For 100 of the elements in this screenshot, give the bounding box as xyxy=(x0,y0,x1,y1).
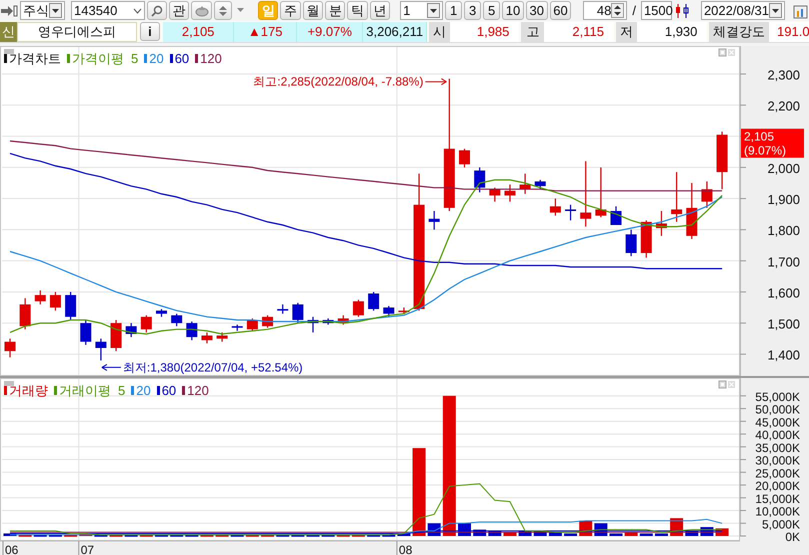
candlestick xyxy=(171,314,182,326)
candlestick xyxy=(292,302,304,324)
caret-icon xyxy=(427,3,440,18)
maximize-icon[interactable] xyxy=(718,48,726,56)
arrow xyxy=(101,364,122,371)
disc-icon xyxy=(194,4,209,16)
axis-label: 1,700 xyxy=(767,254,800,270)
interval-select[interactable]: 1 xyxy=(400,1,444,20)
axis-label: 1,800 xyxy=(767,223,800,238)
up-down-button[interactable] xyxy=(214,1,232,20)
volume-bar xyxy=(685,530,698,536)
info-button[interactable]: i xyxy=(140,22,160,41)
period-tab[interactable]: 주 xyxy=(280,1,301,20)
candlestick xyxy=(20,298,31,330)
stock-name-field[interactable]: 영우디에스피 xyxy=(16,22,138,42)
volume-bar xyxy=(230,534,244,537)
volume-bar xyxy=(640,533,653,536)
period-tab[interactable]: 분 xyxy=(325,1,346,20)
field-value: 191.0 xyxy=(769,22,809,42)
month-label: 08 xyxy=(398,543,412,555)
month-label: 06 xyxy=(5,543,18,555)
candlestick xyxy=(459,148,470,168)
interval-button[interactable]: 1 xyxy=(445,1,462,20)
legend-label: 5 xyxy=(118,382,126,400)
panel-toggle-icon[interactable] xyxy=(4,49,14,54)
maximize-icon[interactable] xyxy=(718,380,726,388)
annotation-label: 최고:2,285(2022/08/04, -7.88%) xyxy=(253,74,424,89)
candlestick-icon[interactable] xyxy=(674,2,691,18)
candlestick xyxy=(520,174,531,194)
candlestick xyxy=(95,338,106,360)
arrow xyxy=(424,78,447,86)
caret-icon xyxy=(769,3,782,18)
candlestick xyxy=(474,167,486,192)
axis-label: 2,300 xyxy=(767,68,800,83)
field-label: 저 xyxy=(616,22,637,42)
volume-bar xyxy=(124,534,138,537)
interest-button[interactable]: 관 xyxy=(168,1,190,20)
price-tag-change: (9.07%) xyxy=(744,144,786,158)
candlestick xyxy=(308,316,318,332)
separator-text: / xyxy=(631,2,637,20)
legend-label: 60 xyxy=(174,50,190,68)
count-field[interactable]: 48 xyxy=(583,1,628,20)
interval-button[interactable]: 5 xyxy=(483,1,500,20)
legend-label: 20 xyxy=(136,382,151,400)
sound-button[interactable] xyxy=(191,1,212,20)
quote-cell: ▲175 xyxy=(234,22,297,42)
search-button[interactable] xyxy=(147,1,167,20)
period-tab[interactable]: 틱 xyxy=(347,1,368,20)
volume-bar xyxy=(367,534,380,537)
volume-bar xyxy=(518,530,532,536)
volume-bar xyxy=(110,534,123,537)
interval-button[interactable]: 3 xyxy=(464,1,482,20)
volume-bar xyxy=(216,534,229,537)
axis-label: 1,900 xyxy=(767,192,800,208)
candlestick xyxy=(232,324,243,331)
interval-button[interactable]: 10 xyxy=(502,1,524,20)
axis-label: 10,000K xyxy=(755,504,800,519)
candlestick xyxy=(186,322,198,340)
period-tab[interactable]: 년 xyxy=(370,1,390,20)
axis-label: 5,000K xyxy=(762,517,800,532)
field-label: 시 xyxy=(428,22,450,42)
candlestick xyxy=(626,230,637,256)
candlestick xyxy=(610,206,622,225)
candlestick xyxy=(246,318,258,331)
up-down-arrows-icon xyxy=(218,4,228,16)
volume-bar xyxy=(48,534,62,537)
candlestick xyxy=(550,198,561,216)
date-field[interactable]: 2022/08/31 xyxy=(700,1,786,20)
volume-bar xyxy=(200,534,214,537)
volume-bar xyxy=(276,534,290,537)
volume-bar xyxy=(94,534,108,537)
interval-button[interactable]: 30 xyxy=(526,1,548,20)
interval-button[interactable]: 60 xyxy=(550,1,572,20)
volume-bar xyxy=(18,534,32,537)
period-tab[interactable]: 월 xyxy=(302,1,324,20)
panel-toggle-icon[interactable] xyxy=(4,381,14,386)
legend-label: 거래이평 xyxy=(59,382,111,400)
volume-bar xyxy=(4,533,16,536)
stock-code-field[interactable]: 143540 xyxy=(71,1,146,20)
legend-label: 120 xyxy=(200,50,222,68)
candlestick xyxy=(534,180,546,190)
volume-bar xyxy=(397,533,410,536)
candlestick xyxy=(126,323,137,338)
axis-label: 2,200 xyxy=(767,98,800,114)
legend-label: 60 xyxy=(162,382,176,400)
chart-icon[interactable] xyxy=(793,2,809,18)
total-field[interactable]: 1500 xyxy=(640,1,672,20)
market-select[interactable]: 주식 xyxy=(20,1,65,20)
volume-bar xyxy=(548,532,562,536)
volume-bar xyxy=(291,534,304,537)
candlestick xyxy=(671,172,682,222)
search-icon xyxy=(151,4,164,16)
volume-bar xyxy=(155,534,168,537)
candlestick xyxy=(504,184,516,202)
candlestick xyxy=(277,304,288,314)
field-value: 2,115 xyxy=(544,22,614,42)
legend-label: 가격이평 xyxy=(72,50,124,68)
candlestick xyxy=(383,306,394,317)
caret-icon xyxy=(49,3,62,18)
volume-bar xyxy=(610,533,622,536)
